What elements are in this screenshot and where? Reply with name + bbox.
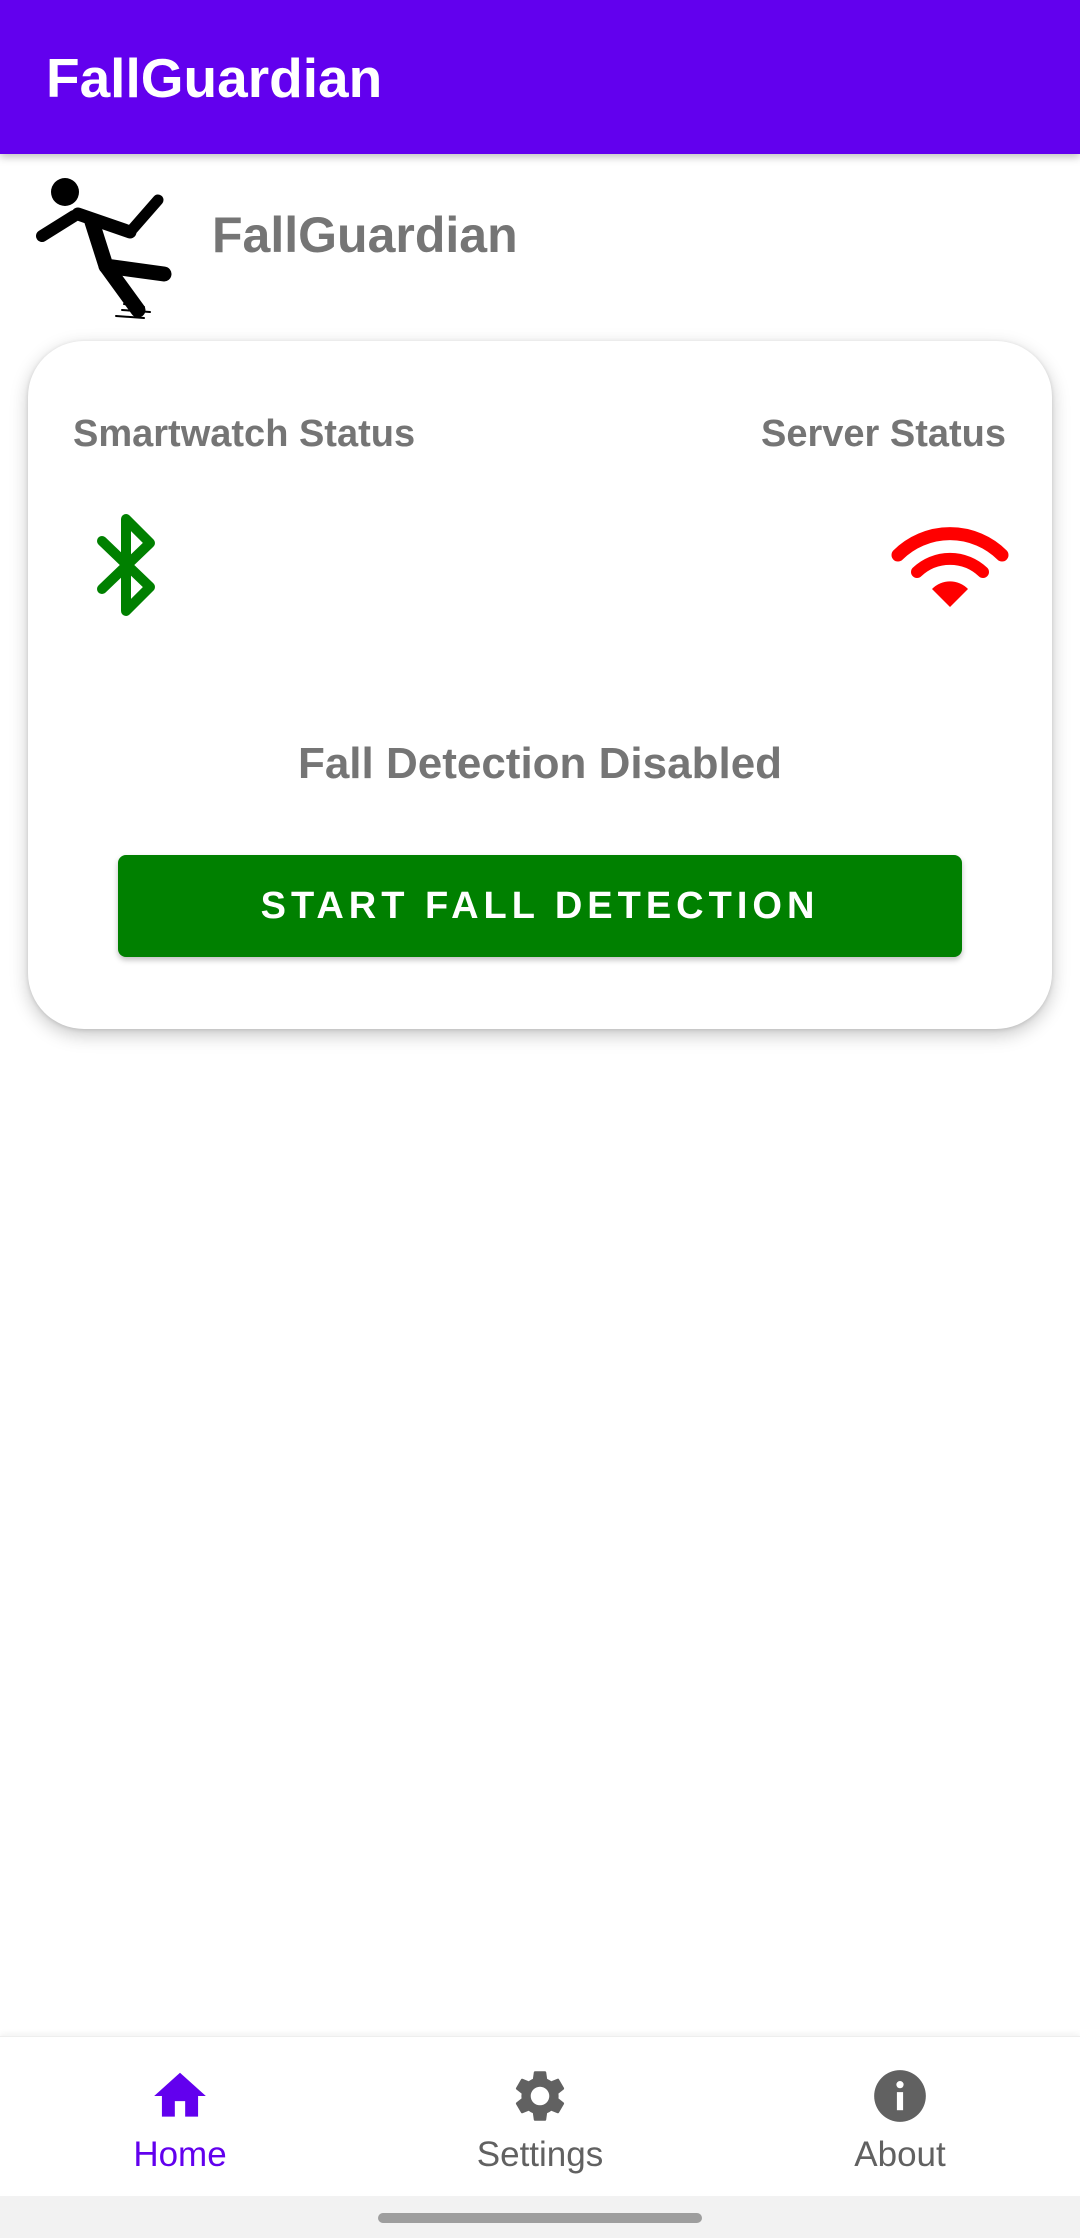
home-icon [154, 2072, 206, 2117]
server-status-label: Server Status [760, 413, 1006, 455]
nav-item-home[interactable]: Home [0, 2037, 360, 2197]
info-icon [874, 2070, 926, 2122]
nav-label-settings: Settings [476, 2135, 604, 2174]
bluetooth-icon [97, 514, 155, 616]
nav-item-settings[interactable]: Settings [360, 2037, 720, 2197]
brand-name: FallGuardian [212, 207, 518, 263]
bottom-navigation: Home Settings About [0, 2036, 1080, 2197]
wifi-icon [891, 527, 1009, 607]
system-navigation-bar [0, 2196, 1080, 2238]
brand-header: FallGuardian [0, 154, 1080, 324]
app-bar-title: FallGuardian [46, 47, 383, 109]
fall-detection-status: Fall Detection Disabled [297, 739, 783, 788]
nav-label-about: About [854, 2135, 946, 2174]
gear-icon [515, 2071, 565, 2121]
smartwatch-status-label: Smartwatch Status [73, 413, 416, 455]
nav-label-home: Home [133, 2135, 227, 2174]
app-bar: FallGuardian [0, 0, 1080, 154]
start-fall-detection-button[interactable]: START FALL DETECTION [118, 855, 962, 957]
gesture-handle[interactable] [378, 2213, 702, 2223]
nav-item-about[interactable]: About [720, 2037, 1080, 2197]
status-card: Smartwatch Status Server Status Fall Det… [28, 341, 1052, 1029]
falling-person-icon [36, 178, 172, 319]
